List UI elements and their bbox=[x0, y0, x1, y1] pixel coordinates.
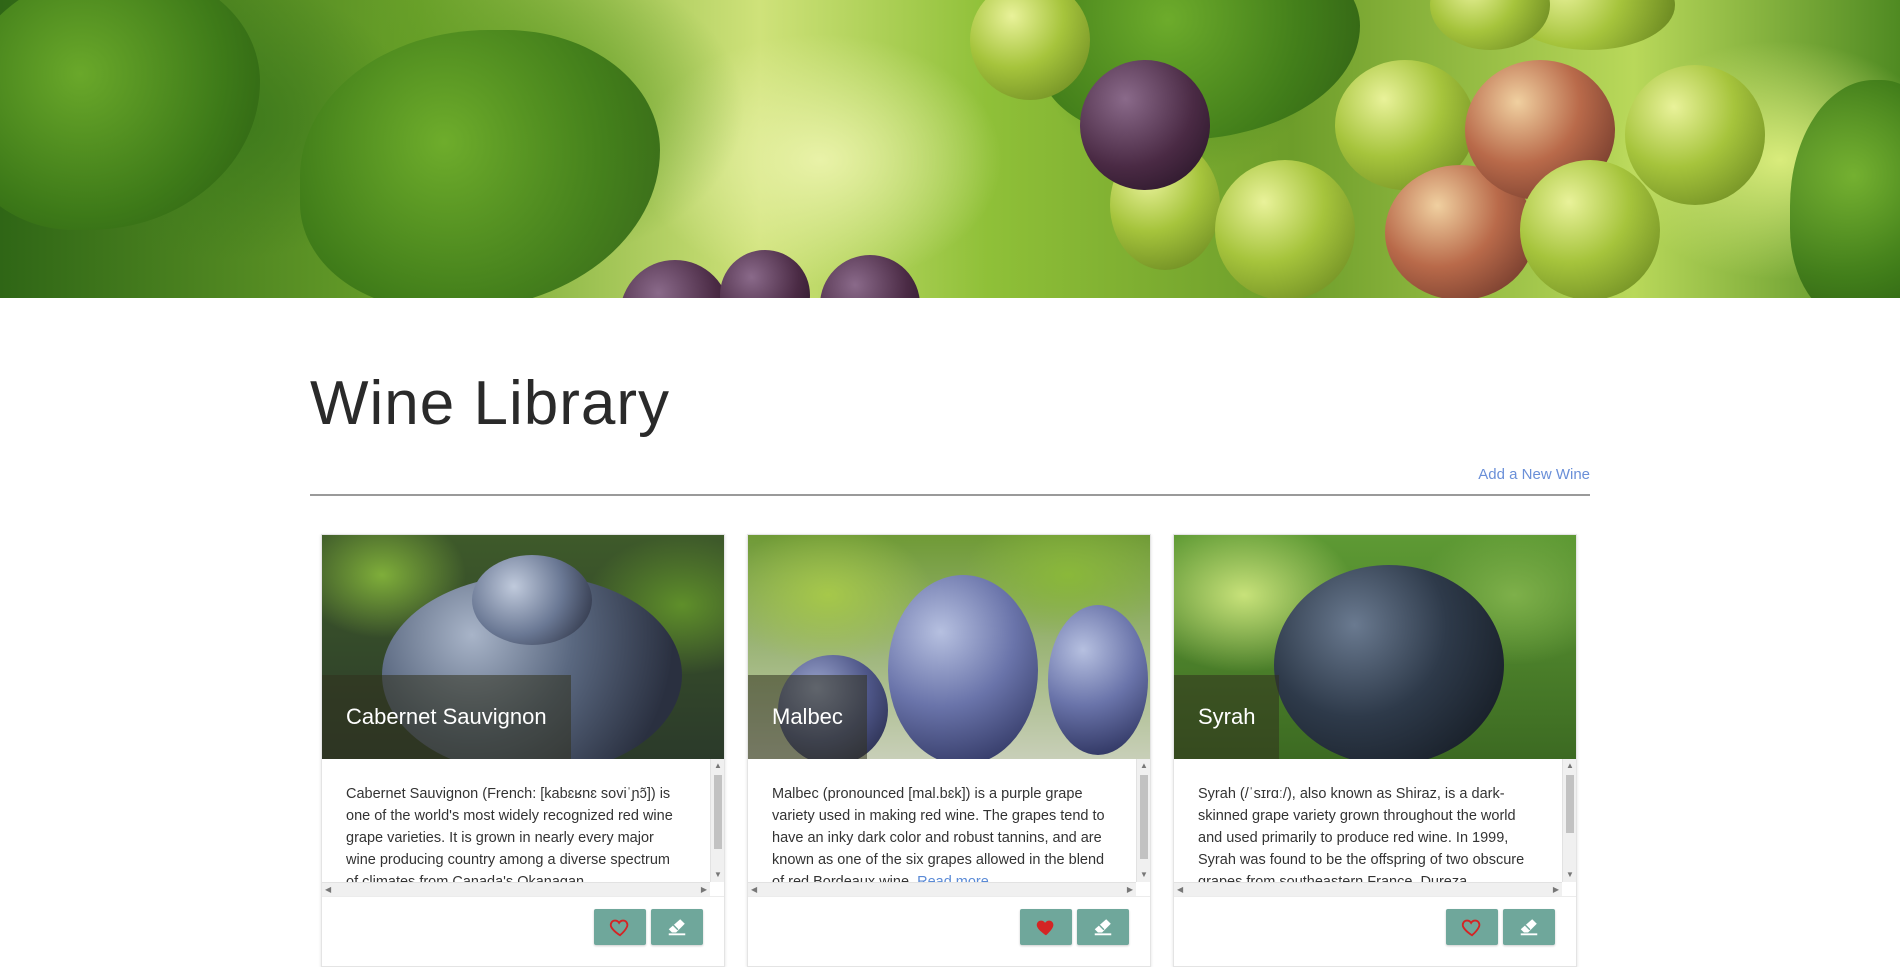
favorite-button[interactable] bbox=[594, 909, 646, 945]
vertical-scrollbar[interactable]: ▲ ▼ bbox=[1562, 759, 1576, 882]
scrollbar-thumb[interactable] bbox=[1140, 775, 1148, 859]
horizontal-scrollbar[interactable]: ◀ ▶ bbox=[1174, 882, 1562, 896]
delete-button[interactable] bbox=[1503, 909, 1555, 945]
delete-button[interactable] bbox=[1077, 909, 1129, 945]
scroll-down-arrow-icon[interactable]: ▼ bbox=[1140, 871, 1148, 879]
eraser-icon bbox=[1094, 919, 1112, 936]
scroll-up-arrow-icon[interactable]: ▲ bbox=[1140, 762, 1148, 770]
scrollbar-thumb[interactable] bbox=[1566, 775, 1574, 833]
delete-button[interactable] bbox=[651, 909, 703, 945]
card-actions bbox=[748, 896, 1150, 966]
vertical-scrollbar[interactable]: ▲ ▼ bbox=[710, 759, 724, 882]
grape bbox=[1080, 60, 1210, 190]
grape-bunch bbox=[472, 555, 592, 645]
scroll-left-arrow-icon[interactable]: ◀ bbox=[325, 886, 331, 894]
scroll-down-arrow-icon[interactable]: ▼ bbox=[714, 871, 722, 879]
eraser-icon bbox=[668, 919, 686, 936]
heart-outline-icon bbox=[1461, 919, 1481, 937]
wine-card: Malbec Malbec (pronounced [mal.bɛk]) is … bbox=[747, 534, 1151, 967]
scroll-left-arrow-icon[interactable]: ◀ bbox=[751, 886, 757, 894]
grape bbox=[1520, 160, 1660, 298]
scroll-up-arrow-icon[interactable]: ▲ bbox=[1566, 762, 1574, 770]
vine-leaf bbox=[0, 0, 260, 230]
favorite-button[interactable] bbox=[1446, 909, 1498, 945]
heart-filled-icon bbox=[1036, 920, 1054, 936]
horizontal-scrollbar[interactable]: ◀ ▶ bbox=[748, 882, 1136, 896]
scroll-right-arrow-icon[interactable]: ▶ bbox=[701, 886, 707, 894]
grape-bunch bbox=[888, 575, 1038, 759]
eraser-icon bbox=[1520, 919, 1538, 936]
wine-name: Malbec bbox=[748, 675, 867, 759]
grape-bunch bbox=[1274, 565, 1504, 759]
favorite-button[interactable] bbox=[1020, 909, 1072, 945]
card-actions bbox=[1174, 896, 1576, 966]
grape bbox=[1215, 160, 1355, 298]
scroll-right-arrow-icon[interactable]: ▶ bbox=[1553, 886, 1559, 894]
description-scroll-area[interactable]: Malbec (pronounced [mal.bɛk]) is a purpl… bbox=[748, 759, 1150, 896]
wine-card-image: Syrah bbox=[1174, 535, 1576, 759]
wine-card: Syrah Syrah (/ˈsɪrɑː/), also known as Sh… bbox=[1173, 534, 1577, 967]
add-new-wine-link[interactable]: Add a New Wine bbox=[1478, 466, 1590, 483]
description-scroll-area[interactable]: Syrah (/ˈsɪrɑː/), also known as Shiraz, … bbox=[1174, 759, 1576, 896]
wine-description: Syrah (/ˈsɪrɑː/), also known as Shiraz, … bbox=[1198, 783, 1538, 893]
wine-description: Malbec (pronounced [mal.bɛk]) is a purpl… bbox=[772, 783, 1112, 893]
scroll-right-arrow-icon[interactable]: ▶ bbox=[1127, 886, 1133, 894]
wine-card: Cabernet Sauvignon Cabernet Sauvignon (F… bbox=[321, 534, 725, 967]
vine-leaf bbox=[300, 30, 660, 298]
vertical-scrollbar[interactable]: ▲ ▼ bbox=[1136, 759, 1150, 882]
wine-name: Syrah bbox=[1174, 675, 1280, 759]
description-text: Cabernet Sauvignon (French: [kabɛʁnɛ sov… bbox=[346, 786, 673, 890]
grape-bunch bbox=[1048, 605, 1148, 755]
horizontal-scrollbar[interactable]: ◀ ▶ bbox=[322, 882, 710, 896]
scrollbar-thumb[interactable] bbox=[714, 775, 722, 849]
scroll-left-arrow-icon[interactable]: ◀ bbox=[1177, 886, 1183, 894]
grape bbox=[620, 260, 730, 298]
grape bbox=[1430, 0, 1550, 50]
description-scroll-area[interactable]: Cabernet Sauvignon (French: [kabɛʁnɛ sov… bbox=[322, 759, 724, 896]
heart-outline-icon bbox=[609, 919, 629, 937]
scroll-up-arrow-icon[interactable]: ▲ bbox=[714, 762, 722, 770]
grape bbox=[720, 250, 810, 298]
hero-banner-image bbox=[0, 0, 1900, 298]
wine-card-image: Malbec bbox=[748, 535, 1150, 759]
wine-description: Cabernet Sauvignon (French: [kabɛʁnɛ sov… bbox=[346, 783, 686, 893]
scroll-down-arrow-icon[interactable]: ▼ bbox=[1566, 871, 1574, 879]
vine-leaf bbox=[1790, 80, 1900, 298]
grape bbox=[1625, 65, 1765, 205]
card-actions bbox=[322, 896, 724, 966]
page-title: Wine Library bbox=[310, 369, 670, 438]
description-text: Syrah (/ˈsɪrɑː/), also known as Shiraz, … bbox=[1198, 786, 1525, 890]
grape bbox=[820, 255, 920, 298]
wine-name: Cabernet Sauvignon bbox=[322, 675, 571, 759]
divider bbox=[310, 494, 1590, 496]
wine-card-image: Cabernet Sauvignon bbox=[322, 535, 724, 759]
